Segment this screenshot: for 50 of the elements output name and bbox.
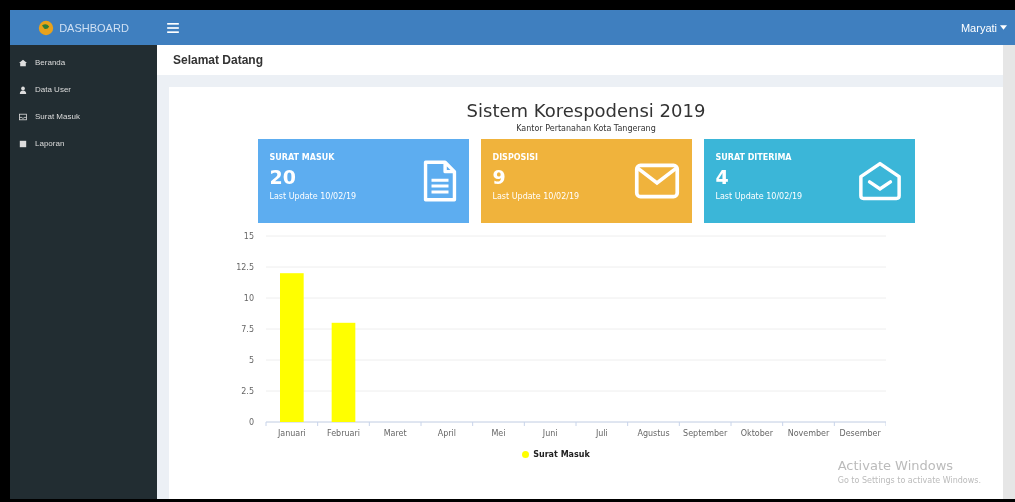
card-title: DISPOSISI — [492, 153, 540, 162]
sidebar-item[interactable]: Surat Masuk — [10, 103, 157, 130]
card-update: Last Update 10/02/19 — [269, 192, 357, 201]
sidebar-item[interactable]: Data User — [10, 76, 157, 103]
home-icon — [19, 58, 27, 67]
axis-tick-label: 7.5 — [241, 325, 254, 334]
card-title: SURAT DITERIMA — [715, 153, 793, 162]
dashboard-subheading: Kantor Pertanahan Kota Tangerang — [516, 124, 656, 133]
inbox-icon — [19, 112, 27, 121]
axis-tick-label: 2.5 — [241, 387, 254, 396]
axis-category-label: April — [437, 429, 456, 438]
page-title: Selamat Datang — [173, 53, 264, 67]
axis-category-label: Oktober — [740, 429, 773, 438]
activation-notice-text: Go to Settings to activate Windows. — [837, 476, 981, 485]
dashboard-heading: Sistem Korespodensi 2019 — [466, 100, 706, 121]
square-icon — [19, 139, 27, 148]
axis-category-label: Agustus — [637, 429, 670, 438]
envelope-icon — [633, 161, 680, 201]
brand-title: DASHBOARD — [59, 21, 129, 34]
sidebar-item[interactable]: Beranda — [10, 49, 157, 76]
axis-category-label: Maret — [383, 429, 407, 438]
legend-label: Surat Masuk — [533, 450, 590, 459]
open-envelope-icon — [856, 161, 903, 201]
axis-category-label: November — [787, 429, 830, 438]
axis-category-label: Januari — [277, 429, 306, 438]
card-count: 4 — [715, 166, 730, 188]
axis-category-label: Juli — [595, 429, 608, 438]
caret-icon — [1000, 25, 1007, 30]
axis-category-label: Desember — [839, 429, 881, 438]
document-icon — [422, 159, 457, 203]
axis-tick-label: 15 — [243, 232, 254, 241]
card-count: 9 — [492, 166, 507, 188]
axis-tick-label: 5 — [248, 356, 254, 365]
activation-notice-title: Activate Windows — [837, 458, 955, 473]
axis-tick-label: 0 — [248, 418, 254, 427]
card-update: Last Update 10/02/19 — [715, 192, 803, 201]
globe-logo-icon — [38, 19, 55, 36]
card-count: 20 — [269, 166, 297, 188]
menu-icon[interactable] — [167, 22, 179, 33]
axis-tick-label: 12.5 — [236, 263, 254, 272]
axis-category-label: September — [683, 429, 728, 438]
axis-category-label: Juni — [542, 429, 558, 438]
axis-category-label: Februari — [327, 429, 360, 438]
user-icon — [19, 85, 27, 94]
sidebar-item[interactable]: Laporan — [10, 130, 157, 157]
axis-category-label: Mei — [491, 429, 506, 438]
card-update: Last Update 10/02/19 — [492, 192, 580, 201]
card-title: SURAT MASUK — [269, 153, 336, 162]
axis-tick-label: 10 — [243, 294, 254, 303]
user-menu[interactable]: Maryati — [952, 21, 1015, 34]
